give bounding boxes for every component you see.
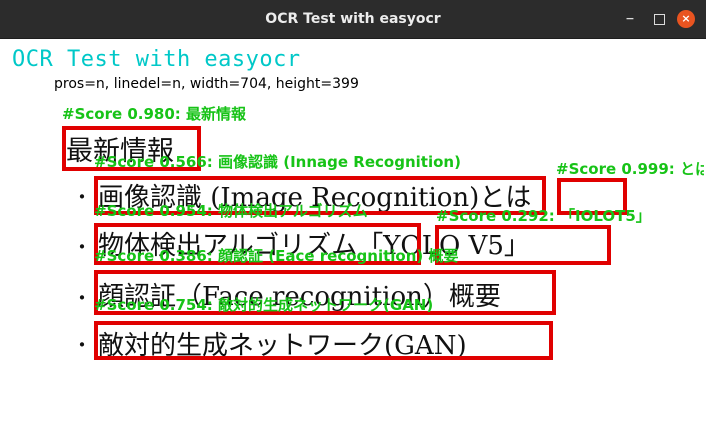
minimize-button[interactable]: − [621, 10, 639, 28]
canvas-heading: OCR Test with easyocr [12, 47, 301, 72]
score-label-6: #Score 0.386: 顔認証 (Eace recognition) 概要 [94, 247, 459, 265]
detection-box-5 [435, 225, 611, 265]
maximize-icon [654, 14, 665, 25]
title-bar: OCR Test with easyocr − × [0, 0, 706, 39]
score-label-5: #Score 0.292: 「IOLOT5」 [436, 207, 651, 225]
score-label-3: #Score 0.999: とは [556, 160, 704, 178]
bullet-1: ・ [72, 185, 92, 209]
ocr-canvas: OCR Test with easyocr pros=n, linedel=n,… [2, 39, 704, 438]
score-label-2: #Score 0.566: 画像認識 (Innage Recognition) [94, 153, 461, 171]
detection-box-7 [94, 321, 553, 360]
score-label-1: #Score 0.980: 最新情報 [62, 105, 247, 123]
window-title: OCR Test with easyocr [265, 11, 441, 27]
params-line: pros=n, linedel=n, width=704, height=399 [54, 76, 359, 92]
close-button[interactable]: × [677, 10, 695, 28]
bullet-3: ・ [72, 286, 92, 310]
bullet-2: ・ [72, 235, 92, 259]
score-label-7: #Score 0.754: 敵対的生成ネットワーク(GAN) [94, 296, 434, 314]
score-label-4: #Score 0.954: 物体検出アルゴリズム [94, 202, 368, 220]
maximize-button[interactable] [650, 10, 668, 28]
bullet-4: ・ [72, 333, 92, 357]
